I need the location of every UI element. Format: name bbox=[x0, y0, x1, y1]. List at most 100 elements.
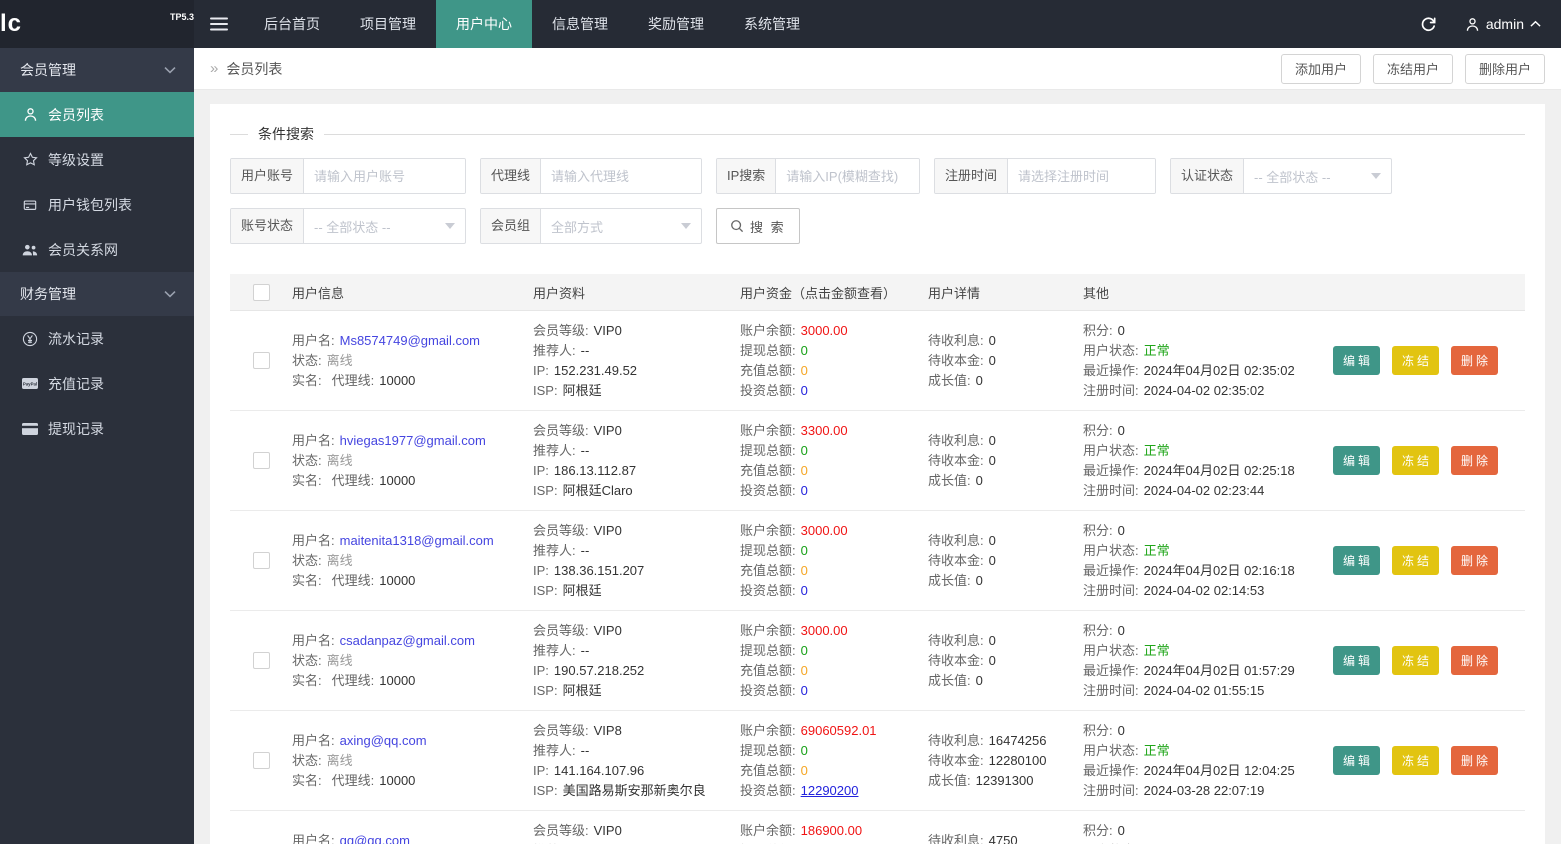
delete-button[interactable]: 删除 bbox=[1451, 746, 1498, 775]
withdraw-total-link[interactable]: 0 bbox=[801, 543, 808, 558]
balance-amount-link[interactable]: 3000.00 bbox=[801, 523, 848, 538]
withdraw-total-link[interactable]: 0 bbox=[801, 743, 808, 758]
user-menu[interactable]: admin bbox=[1465, 16, 1541, 32]
balance-amount-link[interactable]: 3000.00 bbox=[801, 323, 848, 338]
row-checkbox[interactable] bbox=[252, 652, 270, 669]
edit-button[interactable]: 编辑 bbox=[1333, 346, 1380, 375]
balance-amount-link[interactable]: 3000.00 bbox=[801, 623, 848, 638]
edit-button[interactable]: 编辑 bbox=[1333, 646, 1380, 675]
invest-total-link[interactable]: 0 bbox=[801, 683, 808, 698]
sidebar-item-1-4[interactable]: 会员关系网 bbox=[0, 227, 194, 272]
freeze-button[interactable]: 冻结 bbox=[1392, 746, 1439, 775]
topnav-item-6[interactable]: 系统管理 bbox=[724, 0, 820, 48]
freeze-user-button[interactable]: 冻结用户 bbox=[1372, 53, 1453, 84]
member-group-select[interactable]: 全部方式 bbox=[541, 209, 701, 243]
invest-total-link[interactable]: 0 bbox=[801, 583, 808, 598]
account-status-select[interactable]: -- 全部状态 -- bbox=[304, 209, 465, 243]
field-label-invest_total: 投资总额: bbox=[740, 682, 796, 698]
field-label-last_action: 最近操作: bbox=[1083, 762, 1139, 778]
withdraw-total-link[interactable]: 0 bbox=[801, 343, 808, 358]
freeze-button[interactable]: 冻结 bbox=[1392, 546, 1439, 575]
sidebar-item-1-3[interactable]: 用户钱包列表 bbox=[0, 182, 194, 227]
freeze-button[interactable]: 冻结 bbox=[1392, 446, 1439, 475]
field-label-user_status: 用户状态: bbox=[1083, 342, 1139, 358]
row-checkbox[interactable] bbox=[252, 552, 270, 569]
balance-amount-link[interactable]: 186900.00 bbox=[801, 823, 862, 838]
edit-button[interactable]: 编辑 bbox=[1333, 446, 1380, 475]
member-row: 用户名: Ms8574749@gmail.com 状态: 离线 实名: 代理线: 10000… bbox=[230, 311, 1525, 411]
pending-principal-value: 0 bbox=[988, 352, 996, 368]
user-status-value: 正常 bbox=[1143, 642, 1170, 658]
other-cell: 积分: 0 用户状态: 正常 最近操作: 2024年04月02日 12:04:25 注册时间… bbox=[1083, 721, 1525, 801]
field-line: 用户名: maitenita1318@gmail.com bbox=[292, 531, 533, 551]
username-link[interactable]: Ms8574749@gmail.com bbox=[340, 333, 480, 348]
withdraw-total-link[interactable]: 0 bbox=[801, 443, 808, 458]
balance-amount-link[interactable]: 3300.00 bbox=[801, 423, 848, 438]
username-link[interactable]: csadanpaz@gmail.com bbox=[340, 633, 475, 648]
row-checkbox[interactable] bbox=[252, 352, 270, 369]
select-all-checkbox[interactable] bbox=[252, 283, 270, 301]
recharge-total-link[interactable]: 0 bbox=[801, 563, 808, 578]
username-link[interactable]: hviegas1977@gmail.com bbox=[340, 433, 486, 448]
invest-total-link[interactable]: 0 bbox=[801, 383, 808, 398]
delete-user-button[interactable]: 删除用户 bbox=[1464, 53, 1545, 84]
delete-button[interactable]: 删除 bbox=[1451, 346, 1498, 375]
username-link[interactable]: maitenita1318@gmail.com bbox=[340, 533, 494, 548]
search-form-row-2: 账号状态 -- 全部状态 -- 会员组 全部方式 搜 索 bbox=[230, 208, 1525, 244]
recharge-total-link[interactable]: 0 bbox=[801, 663, 808, 678]
sidebar-item-2-1[interactable]: 流水记录 bbox=[0, 316, 194, 361]
recharge-total-link[interactable]: 0 bbox=[801, 763, 808, 778]
field-label-register_time: 注册时间: bbox=[1083, 682, 1139, 698]
hamburger-icon bbox=[210, 17, 228, 31]
agent-line-field[interactable] bbox=[541, 159, 701, 193]
user-account-field[interactable] bbox=[304, 159, 465, 193]
sidebar-group-header-1[interactable]: 会员管理 bbox=[0, 48, 194, 92]
search-button[interactable]: 搜 索 bbox=[716, 208, 800, 244]
field-label-pending_principal: 待收本金: bbox=[928, 552, 984, 568]
referrer-value: -- bbox=[580, 742, 590, 758]
other-text-block: 积分: 0 用户状态: 正常 最近操作: 2024年04月02日 02:16:18 注册时间… bbox=[1083, 521, 1321, 601]
register-time-field[interactable] bbox=[1008, 159, 1155, 193]
recharge-total-link[interactable]: 0 bbox=[801, 363, 808, 378]
sidebar-item-2-2[interactable]: PayPal 充值记录 bbox=[0, 361, 194, 406]
row-checkbox[interactable] bbox=[252, 452, 270, 469]
delete-button[interactable]: 删除 bbox=[1451, 546, 1498, 575]
recharge-total-link[interactable]: 0 bbox=[801, 463, 808, 478]
sidebar-item-1-1[interactable]: 会员列表 bbox=[0, 92, 194, 137]
edit-button[interactable]: 编辑 bbox=[1333, 546, 1380, 575]
ip-search-field[interactable] bbox=[776, 159, 919, 193]
row-checkbox[interactable] bbox=[252, 752, 270, 769]
add-user-button[interactable]: 添加用户 bbox=[1280, 53, 1361, 84]
topnav-item-1[interactable]: 后台首页 bbox=[244, 0, 340, 48]
isp-value: 阿根廷 bbox=[562, 682, 602, 698]
pending-interest-value: 0 bbox=[988, 532, 996, 548]
username-link[interactable]: axing@qq.com bbox=[340, 733, 427, 748]
other-cell: 积分: 0 用户状态: 正常 最近操作: 2024年04月02日 02:16:18 注册时间… bbox=[1083, 521, 1525, 601]
sidebar-item-1-2[interactable]: 等级设置 bbox=[0, 137, 194, 182]
invest-total-link[interactable]: 0 bbox=[801, 483, 808, 498]
refresh-icon[interactable] bbox=[1420, 16, 1437, 33]
delete-button[interactable]: 删除 bbox=[1451, 646, 1498, 675]
topnav-item-4[interactable]: 信息管理 bbox=[532, 0, 628, 48]
field-line: 提现总额: bbox=[740, 841, 928, 844]
field-line: 待收本金: 0 bbox=[928, 451, 1083, 471]
field-label-agent_line: 代理线: bbox=[331, 772, 375, 788]
auth-status-select[interactable]: -- 全部状态 -- bbox=[1244, 159, 1391, 193]
delete-button[interactable]: 删除 bbox=[1451, 446, 1498, 475]
pending-principal-value: 0 bbox=[988, 552, 996, 568]
withdraw-total-link[interactable]: 0 bbox=[801, 643, 808, 658]
referrer-value: -- bbox=[580, 442, 590, 458]
freeze-button[interactable]: 冻结 bbox=[1392, 346, 1439, 375]
username-link[interactable]: qq@qq.com bbox=[340, 833, 410, 844]
balance-amount-link[interactable]: 69060592.01 bbox=[801, 723, 877, 738]
sidebar-toggle-button[interactable] bbox=[194, 0, 244, 48]
topnav-item-5[interactable]: 奖励管理 bbox=[628, 0, 724, 48]
field-line: ISP: 阿根廷 bbox=[533, 381, 740, 401]
invest-total-link[interactable]: 12290200 bbox=[801, 783, 859, 798]
sidebar-group-header-2[interactable]: 财务管理 bbox=[0, 272, 194, 316]
edit-button[interactable]: 编辑 bbox=[1333, 746, 1380, 775]
freeze-button[interactable]: 冻结 bbox=[1392, 646, 1439, 675]
topnav-item-3[interactable]: 用户中心 bbox=[436, 0, 532, 48]
topnav-item-2[interactable]: 项目管理 bbox=[340, 0, 436, 48]
sidebar-item-2-3[interactable]: 提现记录 bbox=[0, 406, 194, 451]
